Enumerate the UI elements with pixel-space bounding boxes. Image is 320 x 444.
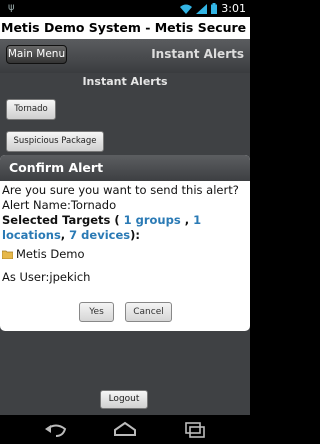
- back-icon[interactable]: [43, 420, 69, 440]
- dialog-title: Confirm Alert: [0, 155, 250, 181]
- dialog-question: Are you sure you want to send this alert…: [2, 183, 239, 197]
- home-icon[interactable]: [112, 420, 138, 440]
- folder-label: Metis Demo: [16, 247, 85, 261]
- notification-icon: ψ: [8, 2, 15, 13]
- targets-separator: ,: [60, 228, 70, 242]
- status-indicators: 3:01: [180, 1, 246, 16]
- header-title: Instant Alerts: [151, 47, 244, 61]
- status-time: 3:01: [221, 2, 246, 15]
- wifi-icon: [180, 4, 193, 14]
- selected-targets: Selected Targets ( 1 groups , 1 location…: [2, 213, 249, 243]
- section-heading: Instant Alerts: [82, 75, 168, 88]
- devices-link[interactable]: 7 devices: [69, 228, 130, 242]
- cancel-button[interactable]: Cancel: [125, 302, 172, 322]
- folder-icon: [2, 250, 13, 259]
- targets-suffix: ):: [130, 228, 140, 242]
- yes-button[interactable]: Yes: [79, 302, 114, 322]
- signal-icon: [196, 3, 208, 14]
- confirm-alert-dialog: Confirm Alert Are you sure you want to s…: [0, 155, 250, 331]
- as-user: As User:jpekich: [2, 270, 91, 284]
- alert-name: Alert Name:Tornado: [2, 198, 117, 212]
- page-header: Main Menu Instant Alerts: [0, 39, 250, 73]
- status-bar: ψ 3:01: [0, 0, 250, 17]
- target-folder: Metis Demo: [2, 247, 249, 262]
- dialog-body: Are you sure you want to send this alert…: [0, 181, 250, 285]
- logout-button[interactable]: Logout: [100, 390, 148, 409]
- battery-icon: [211, 3, 218, 14]
- suspicious-package-alert-button[interactable]: Suspicious Package: [6, 131, 104, 152]
- navigation-bar: [0, 415, 250, 444]
- targets-separator: ,: [180, 213, 194, 227]
- page-title: Metis Demo System - Metis Secure Solutio…: [0, 17, 250, 39]
- targets-prefix: Selected Targets (: [2, 213, 124, 227]
- main-menu-button[interactable]: Main Menu: [6, 45, 67, 64]
- tornado-alert-button[interactable]: Tornado: [6, 99, 56, 120]
- groups-link[interactable]: 1 groups: [124, 213, 181, 227]
- recent-apps-icon[interactable]: [182, 420, 208, 440]
